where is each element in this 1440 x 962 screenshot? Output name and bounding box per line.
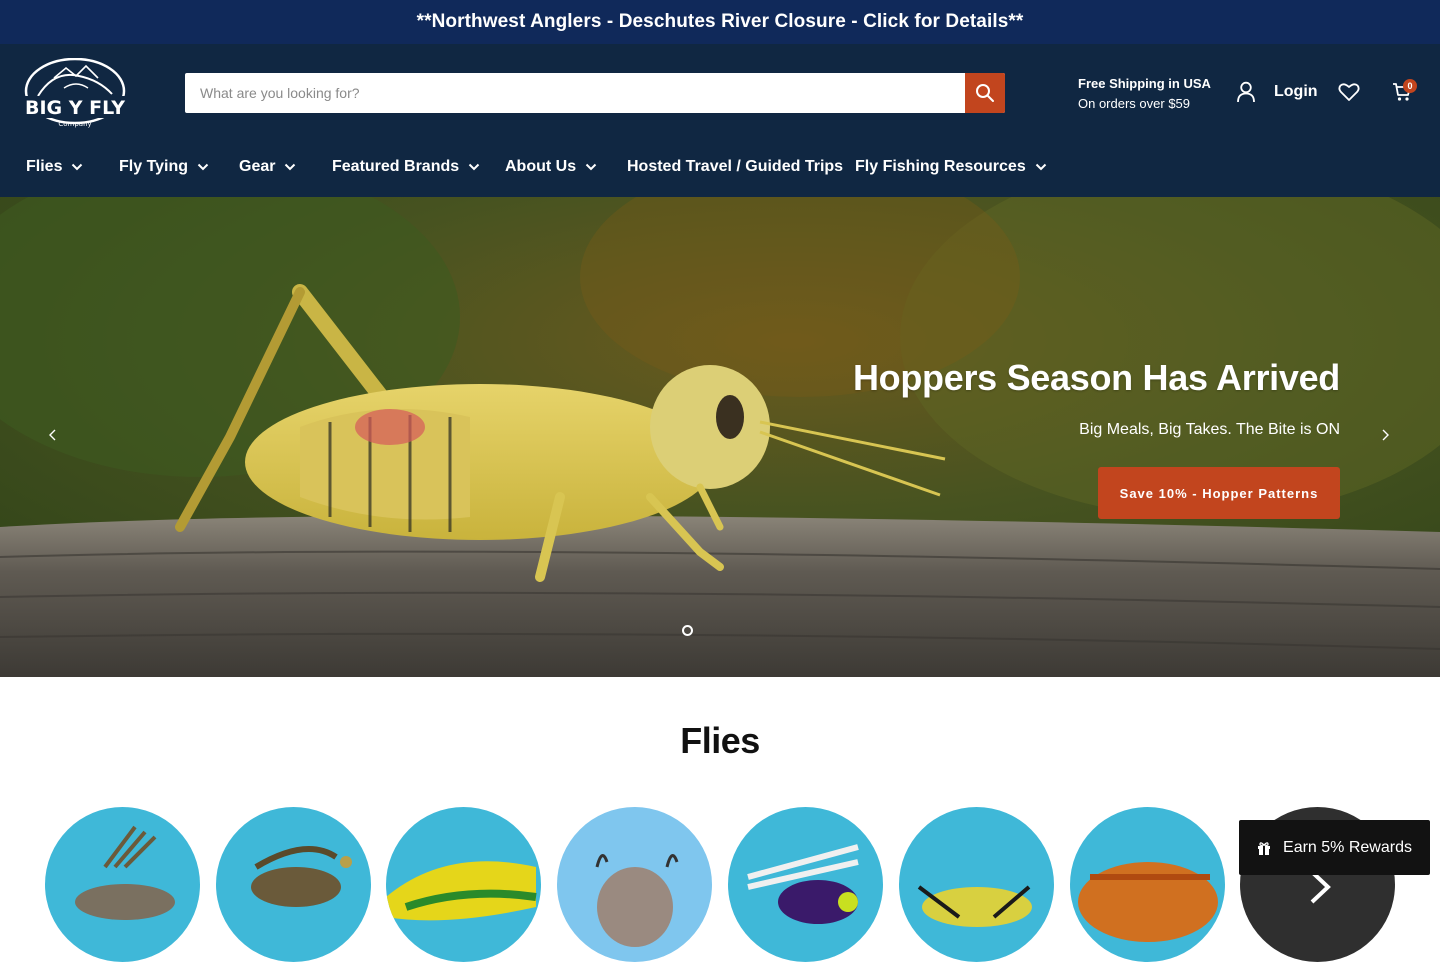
nav-item-label[interactable]: About Us [505,158,576,176]
fly-image [386,861,537,921]
nav-item-fly-fishing-resources[interactable]: Fly Fishing Resources [855,152,1047,182]
gift-icon [1258,841,1271,855]
shipping-subtitle: On orders over $59 [1078,96,1191,111]
logo-text: BIG Y FLY [25,97,125,119]
chevron-left-icon [49,429,56,441]
fly-category-item[interactable] [557,807,712,962]
login-label[interactable]: Login [1274,83,1318,101]
nav-item-gear[interactable]: Gear [239,152,296,182]
nav-item-label[interactable]: Flies [26,158,62,176]
rewards-label[interactable]: Earn 5% Rewards [1283,839,1412,857]
rewards-button[interactable]: Earn 5% Rewards [1239,820,1430,875]
site-logo[interactable]: BIG Y FLY Company [24,57,126,128]
fly-category-item[interactable] [899,807,1054,962]
fly-image [251,846,352,907]
shipping-title: Free Shipping in USA [1078,76,1211,91]
nav-item-about-us[interactable]: About Us [505,152,597,182]
main-nav: Flies Fly Tying Gear Featured Brands Abo… [0,152,1440,182]
hero-slideshow: Hoppers Season Has Arrived Big Meals, Bi… [0,197,1440,677]
hero-title: Hoppers Season Has Arrived [852,357,1340,398]
fly-category-item[interactable] [216,807,371,962]
hero-prev-arrow[interactable] [46,427,60,448]
fly-category-item[interactable] [45,807,200,962]
fly-category-item[interactable] [1070,807,1225,962]
nav-item-label[interactable]: Fly Tying [119,158,188,176]
fly-image [1078,862,1218,942]
nav-item-label[interactable]: Gear [239,158,275,176]
search-bar [185,73,1005,113]
hero-next-arrow[interactable] [1378,427,1392,448]
fly-category-item[interactable] [728,807,883,962]
heart-icon [1338,83,1360,101]
announcement-bar[interactable]: **Northwest Anglers - Deschutes River Cl… [0,0,1440,44]
chevron-down-icon [197,163,209,171]
login-link[interactable]: Login [1236,81,1318,103]
chevron-down-icon [285,163,296,171]
nav-item-fly-tying[interactable]: Fly Tying [119,152,209,182]
chevron-right-icon [1382,429,1389,441]
nav-item-hosted-travel[interactable]: Hosted Travel / Guided Trips [627,152,843,182]
fly-image [917,885,1032,927]
nav-item-label[interactable]: Hosted Travel / Guided Trips [627,158,843,176]
nav-item-featured-brands[interactable]: Featured Brands [332,152,480,182]
shipping-info: Free Shipping in USA On orders over $59 [1078,74,1211,114]
fly-category-item[interactable] [386,807,541,962]
cart-count-badge: 0 [1403,79,1417,93]
search-button[interactable] [965,73,1005,113]
chevron-down-icon [468,163,480,171]
fly-image [75,825,175,920]
user-icon [1237,81,1255,103]
announcement-text[interactable]: **Northwest Anglers - Deschutes River Cl… [417,11,1024,33]
site-header: BIG Y FLY Company Free Shipping in USA O… [0,44,1440,197]
nav-item-label[interactable]: Fly Fishing Resources [855,158,1026,176]
search-input[interactable] [185,73,965,113]
fly-image [747,844,859,924]
hero-subtitle: Big Meals, Big Takes. The Bite is ON [1079,421,1340,438]
chevron-down-icon [585,163,597,171]
fly-image [595,854,679,947]
nav-item-flies[interactable]: Flies [26,152,83,182]
slide-dot[interactable] [682,625,693,636]
nav-item-label[interactable]: Featured Brands [332,158,459,176]
section-title-flies: Flies [680,720,760,761]
hero-cta-button[interactable]: Save 10% - Hopper Patterns [1098,467,1340,519]
chevron-down-icon [72,163,83,171]
chevron-down-icon [1035,163,1046,171]
search-icon [976,84,994,102]
logo-subtext: Company [58,120,91,128]
wishlist-button[interactable] [1338,82,1360,107]
